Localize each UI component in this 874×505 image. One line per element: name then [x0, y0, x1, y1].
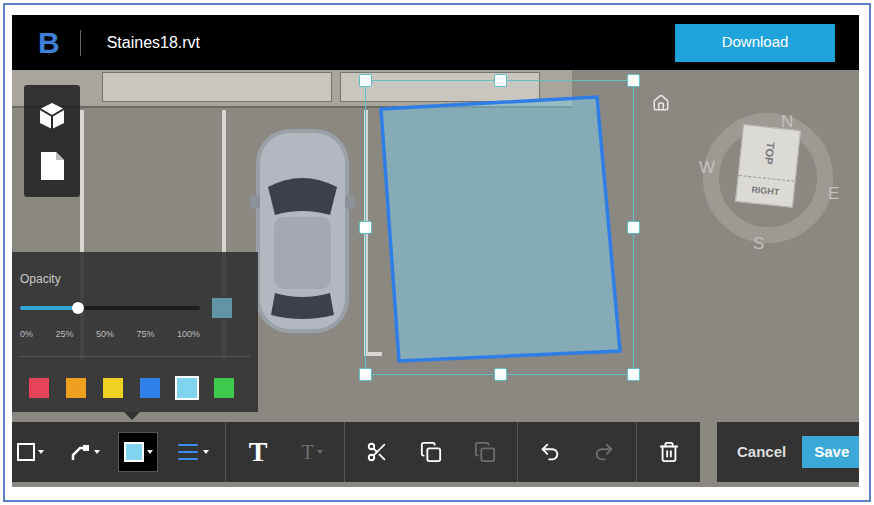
opacity-preview [212, 298, 232, 318]
cube-top-label: TOP [760, 141, 779, 165]
toolbar-group [12, 422, 226, 482]
toolbar-button[interactable] [357, 432, 397, 472]
view-compass[interactable]: NESWTOPRIGHT [693, 103, 843, 253]
save-button[interactable]: Save [802, 436, 859, 468]
paste-icon [474, 441, 496, 463]
screenshot-frame: BStaines18.rvtDownloadNESWTOPRIGHTOpacit… [0, 0, 874, 505]
cube-icon[interactable] [37, 101, 67, 131]
cube-right-label: RIGHT [751, 183, 780, 199]
toolbar-button[interactable]: T [238, 432, 278, 472]
compass-direction: E [828, 181, 839, 207]
compass-direction: S [753, 231, 764, 257]
redo-icon [593, 441, 615, 463]
view-cube[interactable]: TOP RIGHT [735, 124, 801, 208]
dropdown-caret-icon [317, 450, 323, 454]
file-name: Staines18.rvt [107, 31, 200, 55]
dropdown-caret-icon [203, 450, 209, 454]
cube-right-face[interactable]: RIGHT [736, 175, 794, 207]
dropdown-caret-icon [147, 450, 153, 454]
view-tools [24, 85, 80, 197]
download-button[interactable]: Download [675, 24, 835, 62]
toolbar-button[interactable]: T [292, 432, 332, 472]
toolbar-group [637, 422, 700, 482]
rectangle-icon [17, 443, 35, 461]
text-size-label: T [301, 442, 313, 462]
parking-line [368, 352, 382, 356]
cube-top-face[interactable]: TOP [739, 125, 800, 181]
header-bar: B Staines18.rvt Download [12, 15, 859, 70]
opacity-ticks: 0% 25% 50% 75% 100% [20, 328, 200, 342]
building-window [102, 72, 332, 102]
panel-caret [124, 412, 140, 420]
panel-divider [20, 356, 250, 357]
color-swatch[interactable] [140, 378, 160, 398]
toolbar-button[interactable] [172, 432, 213, 472]
toolbar-button[interactable] [530, 432, 570, 472]
opacity-tick: 50% [96, 328, 114, 342]
scissors-icon [366, 441, 388, 463]
dropdown-caret-icon [94, 450, 100, 454]
cancel-button[interactable]: Cancel [733, 436, 790, 468]
toolbar-group [518, 422, 637, 482]
stroke-width-icon [176, 440, 200, 464]
home-icon[interactable] [652, 94, 670, 112]
resize-handle[interactable] [359, 221, 372, 234]
opacity-slider[interactable] [20, 306, 200, 310]
markup-selection[interactable] [365, 80, 634, 375]
toolbar-button[interactable] [584, 432, 624, 472]
toolbar-button[interactable] [64, 432, 104, 472]
color-swatch[interactable] [177, 378, 197, 398]
undo-icon [539, 441, 561, 463]
frame-border: BStaines18.rvtDownloadNESWTOPRIGHTOpacit… [3, 3, 871, 502]
toolbar-button[interactable] [411, 432, 451, 472]
toolbar-button[interactable] [118, 432, 158, 472]
toolbar-group: TT [226, 422, 345, 482]
action-panel: Cancel Save [717, 422, 859, 482]
color-swatch[interactable] [66, 378, 86, 398]
resize-handle[interactable] [494, 74, 507, 87]
opacity-slider-thumb[interactable] [72, 302, 84, 314]
model-canvas[interactable]: NESWTOPRIGHTOpacity0%25%50%75%100%TTCanc… [12, 70, 859, 487]
opacity-slider-fill [20, 306, 78, 310]
markup-toolbar: TT [12, 422, 700, 482]
opacity-tick: 100% [177, 328, 200, 342]
toolbar-button[interactable] [12, 432, 50, 472]
color-swatches [20, 378, 250, 398]
document-icon[interactable] [39, 151, 65, 181]
resize-handle[interactable] [359, 368, 372, 381]
logo: B [38, 28, 60, 58]
compass-direction: W [699, 155, 715, 181]
copy-icon [420, 441, 442, 463]
text-tool-label: T [249, 438, 268, 466]
resize-handle[interactable] [627, 221, 640, 234]
car-icon [250, 125, 355, 337]
opacity-panel: Opacity 0% 25% 50% 75% 100% [12, 252, 258, 412]
toolbar-group [345, 422, 518, 482]
toolbar-button[interactable] [649, 432, 689, 472]
resize-handle[interactable] [627, 74, 640, 87]
opacity-title: Opacity [20, 270, 250, 288]
color-swatch[interactable] [214, 378, 234, 398]
color-swatch[interactable] [103, 378, 123, 398]
opacity-tick: 25% [55, 328, 73, 342]
header-divider [80, 30, 81, 56]
arrow-style-icon [69, 441, 91, 463]
resize-handle[interactable] [494, 368, 507, 381]
fill-color-icon [124, 442, 144, 462]
dropdown-caret-icon [38, 450, 44, 454]
trash-icon [658, 441, 680, 463]
resize-handle[interactable] [359, 74, 372, 87]
color-swatch[interactable] [29, 378, 49, 398]
opacity-tick: 0% [20, 328, 33, 342]
opacity-tick: 75% [136, 328, 154, 342]
toolbar-button[interactable] [465, 432, 505, 472]
resize-handle[interactable] [627, 368, 640, 381]
markup-rectangle-icon[interactable] [366, 81, 635, 376]
